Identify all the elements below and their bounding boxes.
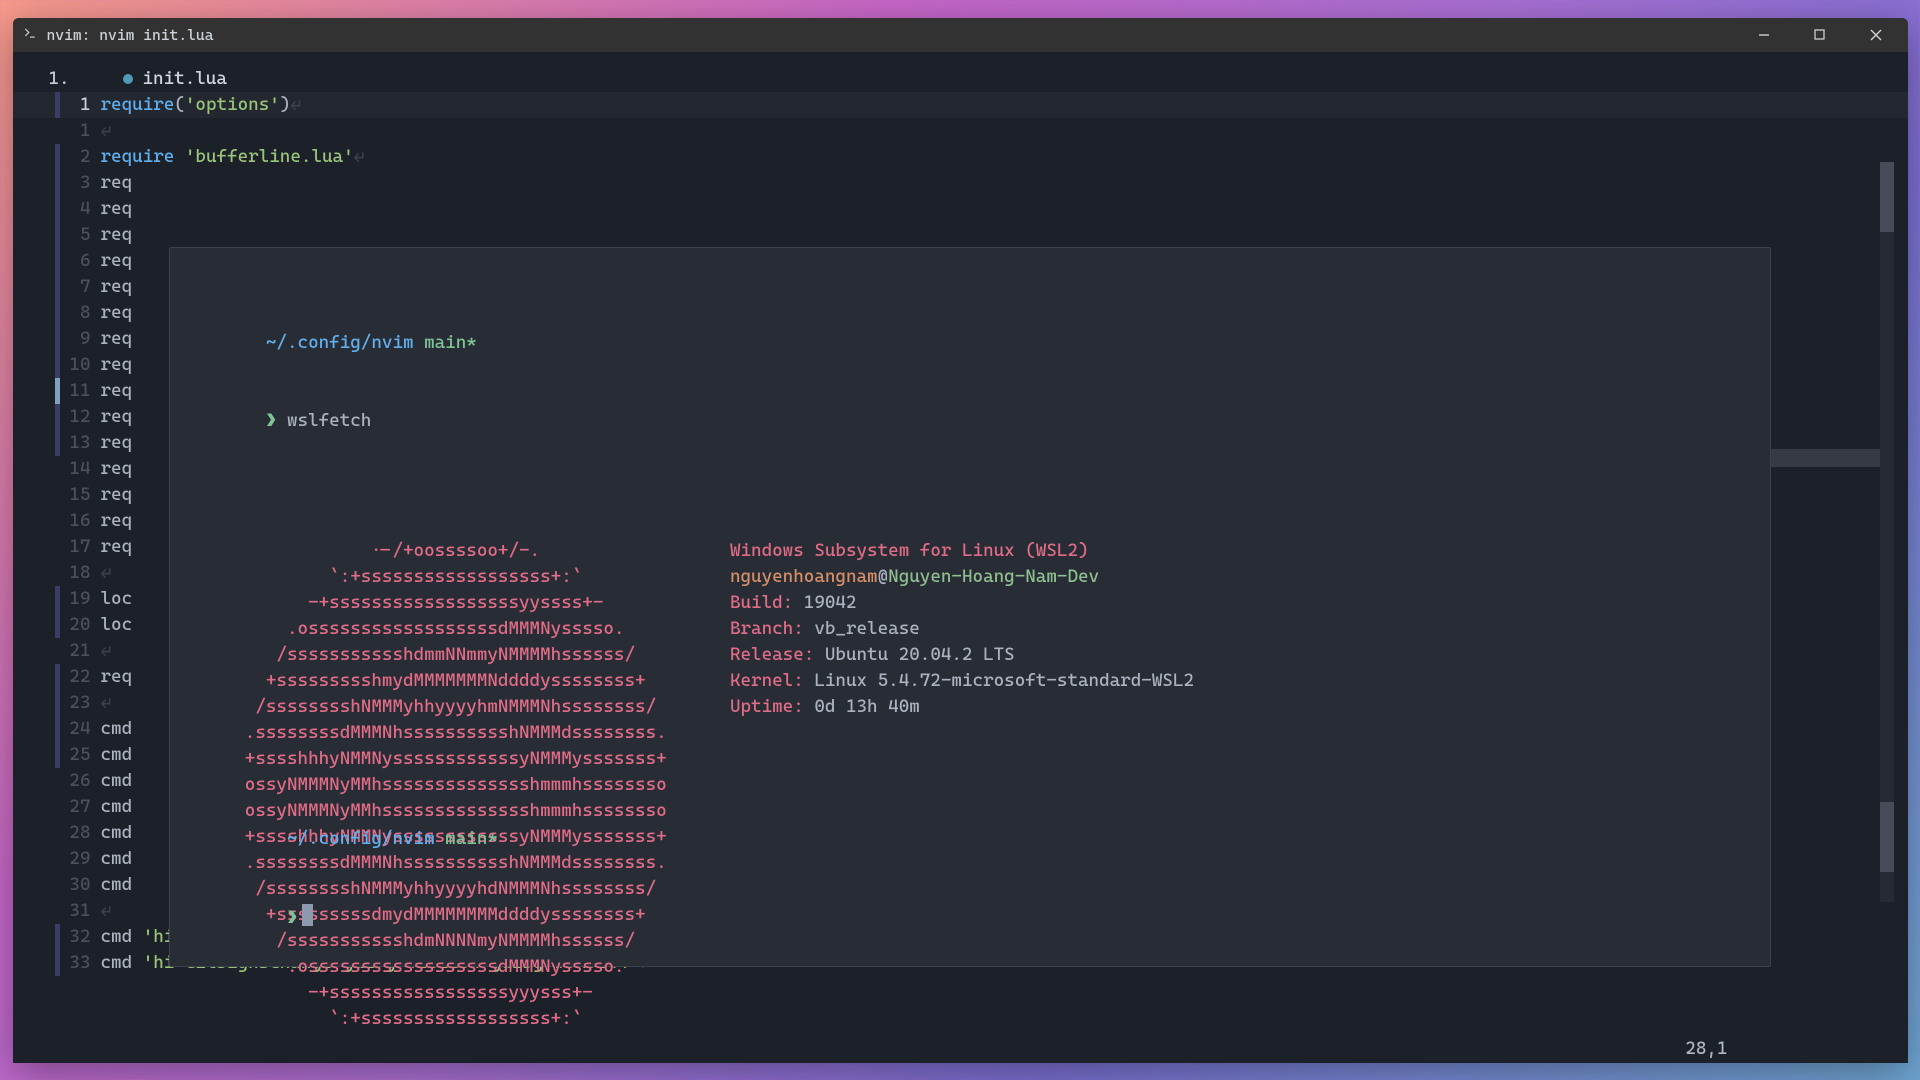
titlebar[interactable]: nvim: nvim init.lua [13, 18, 1908, 52]
code-row[interactable]: 1↲ [13, 118, 1908, 144]
code-row[interactable]: 4req [13, 196, 1908, 222]
code-row[interactable]: 2require 'bufferline.lua'↲ [13, 144, 1908, 170]
buffer-index: 1. [49, 66, 70, 92]
statusline: 28,1 [13, 1035, 1908, 1063]
scrollbar-thumb-lower[interactable] [1880, 802, 1894, 872]
git-sign-change [55, 586, 60, 612]
close-button[interactable] [1862, 21, 1890, 49]
code-row[interactable]: 5req [13, 222, 1908, 248]
git-sign-change [55, 742, 60, 768]
window-title: nvim: nvim init.lua [47, 26, 1750, 44]
terminal-icon [23, 26, 37, 44]
window-controls [1750, 21, 1898, 49]
git-sign-change [55, 326, 60, 352]
git-sign-change [55, 664, 60, 690]
terminal-cursor [302, 904, 313, 926]
prompt-line-2[interactable]: ~/.config/nvim main* ❯ [182, 748, 498, 956]
git-sign-change [55, 92, 60, 118]
git-sign-change [55, 430, 60, 456]
maximize-button[interactable] [1806, 21, 1834, 49]
git-sign-change [55, 690, 60, 716]
scrollbar[interactable] [1880, 162, 1894, 902]
git-sign-change [55, 196, 60, 222]
git-sign-change [55, 170, 60, 196]
editor-viewport[interactable]: 1. init.lua 1require('options')↲1↲2requi… [13, 52, 1908, 1063]
git-sign-change [55, 222, 60, 248]
prompt-symbol: ❯ [266, 410, 277, 431]
git-sign-change [55, 352, 60, 378]
terminal-window: nvim: nvim init.lua 1. init.lua 1require… [13, 18, 1908, 1063]
git-sign-change [55, 144, 60, 170]
bufferline-tab[interactable]: init.lua [123, 66, 227, 92]
git-sign-change [55, 950, 60, 976]
scrollbar-thumb[interactable] [1880, 162, 1894, 232]
code-row[interactable]: 1require('options')↲ [13, 92, 1908, 118]
minimize-button[interactable] [1750, 21, 1778, 49]
prompt-path: ~/.config/nvim [266, 332, 414, 353]
git-sign-add [55, 378, 60, 404]
lua-file-icon [123, 74, 133, 84]
git-sign-change [55, 300, 60, 326]
prompt-line: ~/.config/nvim main* [182, 304, 1758, 330]
git-sign-change [55, 716, 60, 742]
buffer-filename: init.lua [143, 66, 227, 92]
git-sign-change [55, 924, 60, 950]
prompt-branch: main* [424, 332, 477, 353]
git-sign-change [55, 274, 60, 300]
git-sign-change [55, 248, 60, 274]
cursor-position: 28,1 [1685, 1036, 1727, 1062]
command-line: ❯ wslfetch [182, 382, 1758, 408]
git-sign-change [55, 404, 60, 430]
blank-line [182, 460, 1758, 486]
minimap-highlight [1768, 449, 1880, 467]
wslfetch-command: wslfetch [287, 410, 371, 431]
code-row[interactable]: 3req [13, 170, 1908, 196]
git-sign-change [55, 612, 60, 638]
floating-terminal[interactable]: ~/.config/nvim main* ❯ wslfetch .-/+ooss… [169, 247, 1771, 967]
